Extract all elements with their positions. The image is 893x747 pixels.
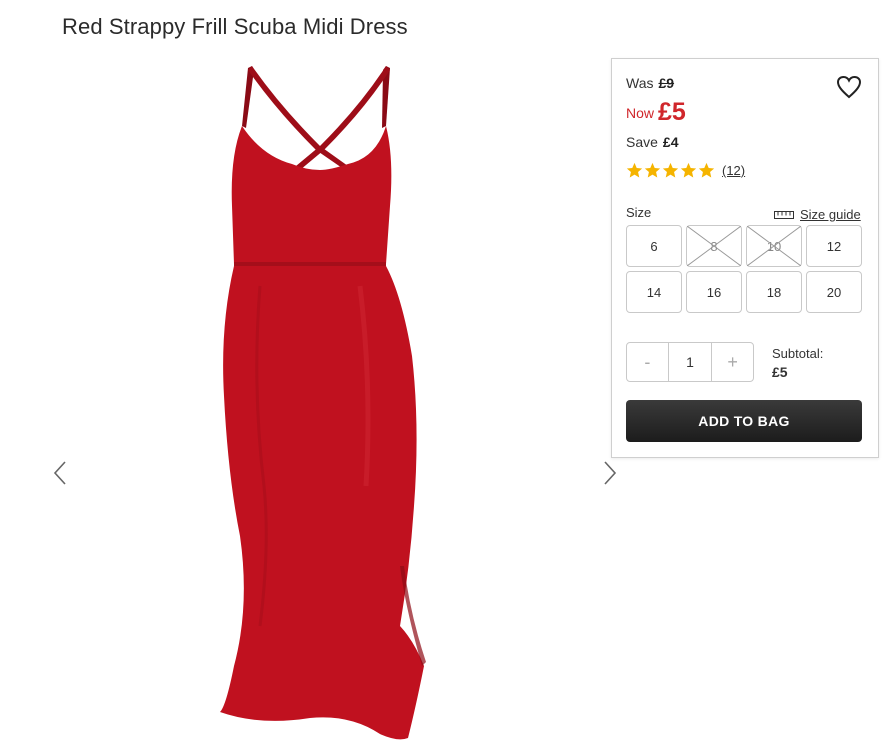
star-icon xyxy=(698,162,715,178)
ruler-icon xyxy=(774,210,794,219)
product-image xyxy=(220,66,426,740)
size-option[interactable]: 20 xyxy=(806,271,862,313)
star-icon xyxy=(644,162,661,178)
size-option[interactable]: 14 xyxy=(626,271,682,313)
reviews-link[interactable]: (12) xyxy=(722,163,745,178)
next-image-button[interactable] xyxy=(598,459,620,487)
size-option[interactable]: 6 xyxy=(626,225,682,267)
decrease-quantity-button[interactable]: - xyxy=(627,343,668,381)
size-guide-link[interactable]: Size guide xyxy=(774,207,861,222)
save-label: Save xyxy=(626,134,658,150)
size-label: Size xyxy=(626,205,652,220)
was-price: Was £9 xyxy=(626,75,674,91)
now-label: Now xyxy=(626,105,655,121)
cross-icon xyxy=(747,226,801,266)
was-label: Was xyxy=(626,75,654,91)
subtotal-label: Subtotal: xyxy=(772,346,824,361)
star-icon xyxy=(680,162,697,178)
purchase-panel: Was £9 Now £5 Save £4 (12) Size Size guide … xyxy=(611,58,879,458)
increase-quantity-button[interactable]: + xyxy=(712,343,753,381)
wishlist-button[interactable] xyxy=(836,75,862,99)
cross-icon xyxy=(687,226,741,266)
now-price-value: £5 xyxy=(658,98,686,126)
save-value: £4 xyxy=(662,134,679,150)
size-option[interactable]: 12 xyxy=(806,225,862,267)
heart-icon xyxy=(836,75,862,99)
was-price-value: £9 xyxy=(658,75,675,91)
size-guide-label: Size guide xyxy=(800,207,861,222)
size-option[interactable]: 18 xyxy=(746,271,802,313)
quantity-stepper: - 1 + xyxy=(626,342,754,382)
size-options: 6 8 10 12 14 16 18 20 xyxy=(626,225,862,313)
size-option[interactable]: 16 xyxy=(686,271,742,313)
prev-image-button[interactable] xyxy=(50,459,72,487)
quantity-input[interactable]: 1 xyxy=(667,343,713,381)
subtotal: Subtotal: £5 xyxy=(772,346,823,380)
size-option-unavailable: 10 xyxy=(746,225,802,267)
chevron-left-icon xyxy=(53,461,66,485)
size-option-unavailable: 8 xyxy=(686,225,742,267)
star-icon xyxy=(626,162,643,178)
product-title: Red Strappy Frill Scuba Midi Dress xyxy=(62,14,408,39)
product-gallery xyxy=(20,56,617,747)
chevron-right-icon xyxy=(604,461,617,485)
star-icon xyxy=(662,162,679,178)
add-to-bag-button[interactable]: ADD TO BAG xyxy=(626,400,862,442)
rating: (12) xyxy=(626,162,745,179)
now-price: Now £5 xyxy=(626,96,686,126)
save-amount: Save £4 xyxy=(626,134,679,150)
subtotal-amount: £5 xyxy=(772,364,788,380)
